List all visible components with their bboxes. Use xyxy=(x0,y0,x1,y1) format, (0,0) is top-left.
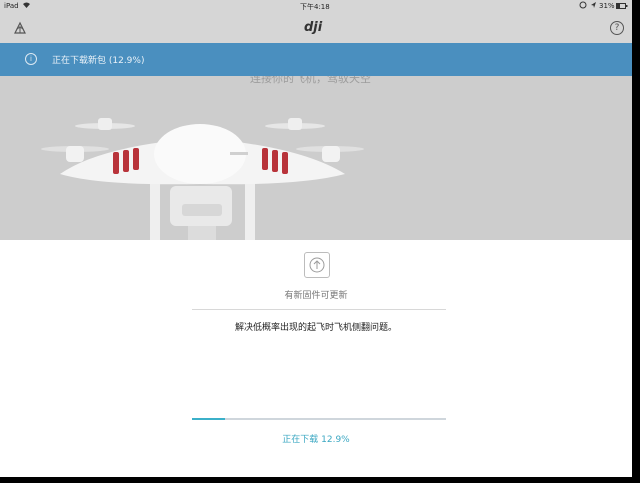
drone-hero-image: 连接你的飞机，驾驭天空 xyxy=(0,76,632,240)
wifi-icon xyxy=(22,1,31,11)
nav-bar: dji ? xyxy=(0,13,632,43)
status-bar: iPad 下午4:18 31% xyxy=(0,0,632,13)
location-icon xyxy=(590,1,597,11)
dji-logo: dji xyxy=(304,20,323,35)
hero-caption: 连接你的飞机，驾驭天空 xyxy=(250,76,371,85)
firmware-description: 解决低概率出现的起飞时飞机侧翻问题。 xyxy=(234,323,397,333)
clock: 下午4:18 xyxy=(300,3,330,11)
download-banner: i 正在下载新包 (12.9%) xyxy=(0,43,632,76)
device-label: iPad xyxy=(4,2,19,10)
app-screen: iPad 下午4:18 31% dji ? i 正在下载新包 (12.9%) 连… xyxy=(0,0,632,477)
firmware-title: 有新固件可更新 xyxy=(284,291,348,301)
battery-percent: 31% xyxy=(599,2,615,10)
divider xyxy=(192,309,446,310)
firmware-upload-icon xyxy=(304,252,330,278)
battery-icon xyxy=(616,3,628,11)
help-button[interactable]: ? xyxy=(610,21,624,35)
info-icon: i xyxy=(25,53,37,65)
firmware-update-sheet: 有新固件可更新 解决低概率出现的起飞时飞机侧翻问题。 正在下载 12.9% xyxy=(0,240,632,477)
aircraft-connection-icon[interactable] xyxy=(12,20,28,36)
drone-illustration xyxy=(41,118,364,240)
lock-rotation-icon xyxy=(579,1,587,11)
download-banner-text: 正在下载新包 (12.9%) xyxy=(52,56,145,66)
download-progress-bar xyxy=(192,418,446,420)
download-progress-text: 正在下载 12.9% xyxy=(282,435,350,445)
download-progress-fill xyxy=(192,418,225,420)
